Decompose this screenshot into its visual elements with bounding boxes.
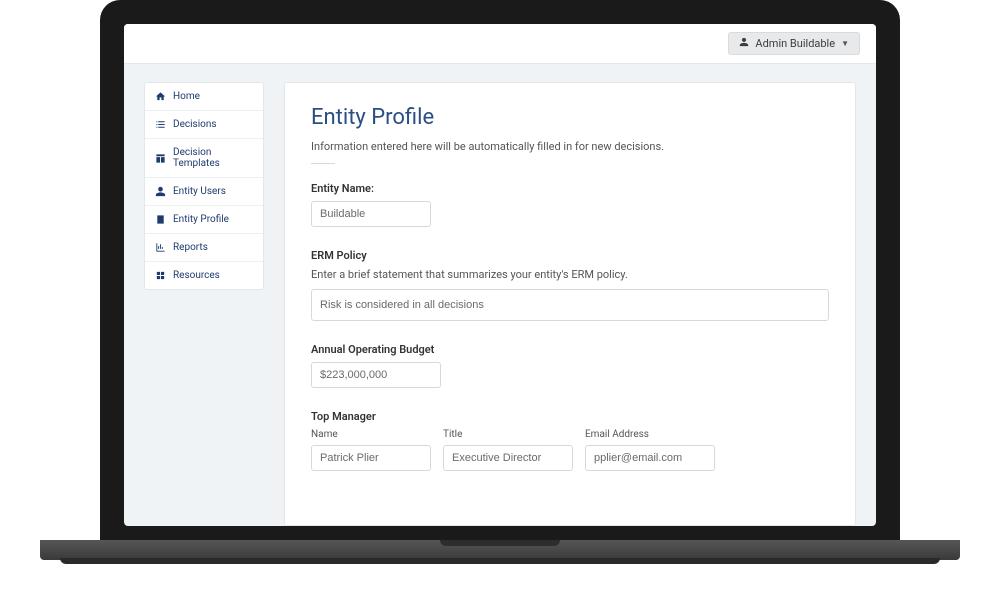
erm-policy-label: ERM Policy (311, 249, 829, 262)
manager-name-label: Name (311, 429, 431, 440)
manager-email-col: Email Address (585, 429, 715, 471)
top-manager-label: Top Manager (311, 410, 829, 423)
budget-input[interactable] (311, 362, 441, 388)
profile-icon (155, 214, 166, 225)
sidebar-item-resources[interactable]: Resources (145, 262, 263, 289)
entity-name-input[interactable] (311, 201, 431, 227)
laptop-notch (440, 540, 560, 546)
erm-policy-sublabel: Enter a brief statement that summarizes … (311, 268, 829, 281)
laptop-frame: Admin Buildable ▼ Home Decisions (100, 0, 900, 550)
user-menu-dropdown[interactable]: Admin Buildable ▼ (728, 32, 860, 55)
user-icon (739, 37, 749, 50)
divider (311, 163, 335, 164)
page-description: Information entered here will be automat… (311, 140, 829, 153)
chart-icon (155, 242, 166, 253)
erm-policy-input[interactable] (311, 289, 829, 321)
sidebar-item-reports[interactable]: Reports (145, 234, 263, 262)
sidebar: Home Decisions Decision Templates (144, 82, 264, 290)
sidebar-item-home[interactable]: Home (145, 83, 263, 111)
app-window: Admin Buildable ▼ Home Decisions (124, 24, 876, 526)
manager-title-col: Title (443, 429, 573, 471)
home-icon (155, 91, 166, 102)
sidebar-item-decisions[interactable]: Decisions (145, 111, 263, 139)
main-panel: Entity Profile Information entered here … (284, 82, 856, 526)
sidebar-item-label: Resources (173, 270, 220, 281)
page-title: Entity Profile (311, 105, 829, 130)
content-area: Home Decisions Decision Templates (124, 64, 876, 526)
user-icon (155, 186, 166, 197)
manager-title-label: Title (443, 429, 573, 440)
entity-name-field: Entity Name: (311, 182, 829, 227)
entity-name-label: Entity Name: (311, 182, 829, 195)
manager-name-col: Name (311, 429, 431, 471)
top-manager-section: Top Manager Name Title Email Address (311, 410, 829, 471)
budget-label: Annual Operating Budget (311, 343, 829, 356)
topbar: Admin Buildable ▼ (124, 24, 876, 64)
template-icon (155, 153, 166, 164)
list-icon (155, 119, 166, 130)
manager-email-label: Email Address (585, 429, 715, 440)
sidebar-item-entity-users[interactable]: Entity Users (145, 178, 263, 206)
chevron-down-icon: ▼ (841, 39, 849, 48)
sidebar-item-decision-templates[interactable]: Decision Templates (145, 139, 263, 178)
sidebar-item-label: Decisions (173, 119, 217, 130)
sidebar-item-label: Home (173, 91, 200, 102)
sidebar-item-label: Entity Users (173, 186, 226, 197)
budget-field: Annual Operating Budget (311, 343, 829, 388)
manager-title-input[interactable] (443, 445, 573, 471)
erm-policy-field: ERM Policy Enter a brief statement that … (311, 249, 829, 321)
sidebar-item-label: Decision Templates (173, 147, 253, 169)
sidebar-item-entity-profile[interactable]: Entity Profile (145, 206, 263, 234)
manager-name-input[interactable] (311, 445, 431, 471)
manager-email-input[interactable] (585, 445, 715, 471)
sidebar-item-label: Entity Profile (173, 214, 229, 225)
resources-icon (155, 270, 166, 281)
sidebar-item-label: Reports (173, 242, 208, 253)
user-menu-label: Admin Buildable (755, 37, 835, 50)
laptop-foot (60, 558, 940, 564)
